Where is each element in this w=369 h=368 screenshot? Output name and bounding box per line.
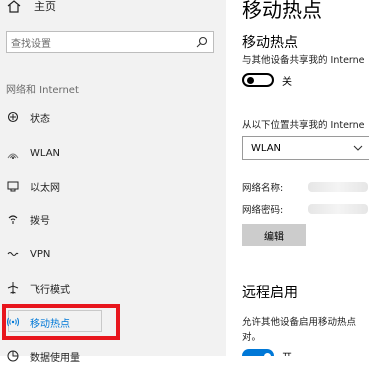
sidebar-item-label: WLAN [30,147,61,159]
red-highlight-box [2,304,120,340]
remote-description-line1: 允许其他设备启用移动热点 [242,317,357,328]
sidebar-item-label: 状态 [30,113,50,125]
vpn-icon [7,251,19,257]
dialup-icon [8,215,18,224]
remote-section-title: 远程启用 [242,285,298,301]
edit-button[interactable]: 编辑 [242,224,306,246]
hotspot-toggle[interactable] [242,73,274,87]
hotspot-description: 与其他设备共享我的 Interne [242,55,365,66]
sidebar-item-dialup[interactable]: 拨号 [0,207,226,231]
share-from-value: WLAN [251,142,282,154]
home-nav-item[interactable]: 主页 [6,0,56,16]
wifi-icon [7,153,19,159]
toggle-knob [247,77,254,84]
remote-toggle-state: 开 [282,349,292,356]
search-placeholder: 查找设置 [11,38,51,50]
network-name-label: 网络名称: [242,183,284,194]
home-label: 主页 [34,0,56,13]
ethernet-icon [7,181,19,192]
home-icon [7,0,21,13]
sidebar-item-data-usage[interactable]: 数据使用量 [0,344,226,368]
sidebar-item-label: 飞行模式 [30,284,70,296]
sidebar-item-label: 拨号 [30,215,50,227]
sidebar-item-label: 数据使用量 [30,352,80,364]
search-input[interactable]: 查找设置 [6,31,214,53]
sidebar-item-airplane-mode[interactable]: 飞行模式 [0,276,226,300]
sidebar-item-label: 以太网 [30,182,60,194]
sidebar-item-status[interactable]: 状态 [0,105,226,129]
hotspot-section-title: 移动热点 [242,35,298,51]
network-name-value-redacted [308,182,368,192]
data-usage-icon [7,350,19,362]
sidebar-item-wlan[interactable]: WLAN [0,141,226,165]
share-from-select[interactable]: WLAN [242,136,369,160]
category-label: 网络和 Internet [6,85,79,96]
share-from-label: 从以下位置共享我的 Interne [242,120,365,131]
search-icon [196,36,208,48]
page-title: 移动热点 [242,0,322,22]
airplane-icon [7,282,19,294]
remote-description-line2: 对。 [242,332,262,343]
sidebar-item-vpn[interactable]: VPN [0,242,226,266]
chevron-down-icon [353,145,363,151]
sidebar-item-label: VPN [30,248,51,260]
network-password-label: 网络密码: [242,205,284,216]
network-password-value-redacted [308,204,368,214]
hotspot-toggle-state: 关 [282,77,292,88]
remote-toggle[interactable] [242,349,274,356]
home-status-icon [7,111,19,123]
sidebar-item-ethernet[interactable]: 以太网 [0,174,226,198]
main-content: 移动热点 移动热点 与其他设备共享我的 Interne 关 从以下位置共享我的 … [226,0,369,356]
sidebar: 主页 查找设置 网络和 Internet 状态 WLAN 以太网 拨号 VPN … [0,0,226,364]
toggle-knob [264,352,271,356]
